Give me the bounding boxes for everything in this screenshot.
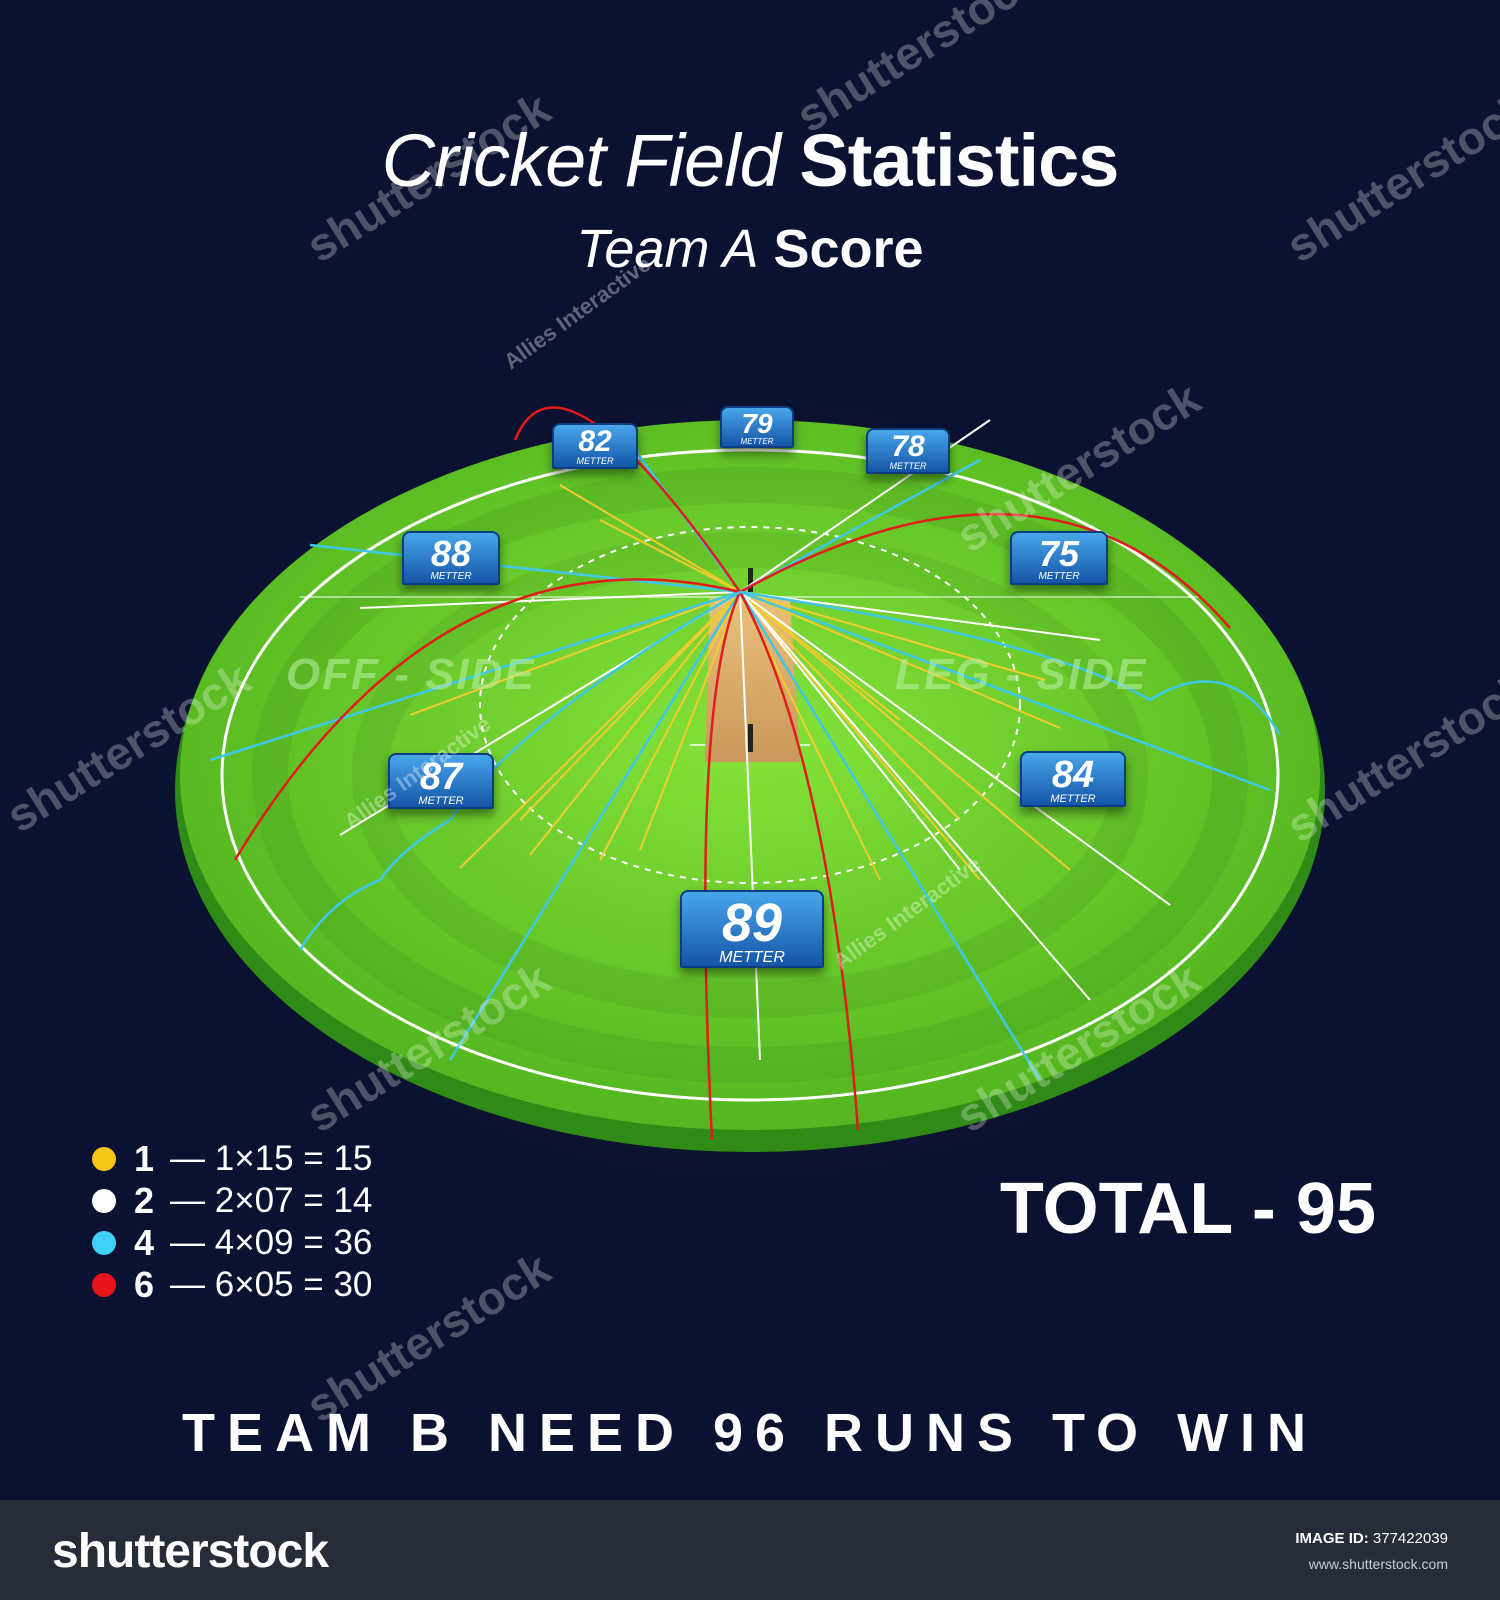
distance-badge-78: 78 METTER (866, 428, 950, 474)
distance-unit: METTER (576, 456, 614, 466)
legend-row-4: 4 — 4×09 = 36 (92, 1222, 372, 1264)
stumps-bottom (748, 724, 753, 752)
distance-badge-79: 79 METTER (720, 406, 794, 448)
legend-row-2: 2 — 2×07 = 14 (92, 1180, 372, 1222)
distance-badge-88: 88 METTER (402, 531, 500, 585)
legend-equation: — 2×07 = 14 (170, 1181, 373, 1220)
image-id-value: 377422039 (1372, 1530, 1448, 1547)
legend-equation: — 1×15 = 15 (170, 1139, 373, 1178)
distance-value: 75 (1038, 533, 1080, 574)
distance-value: 82 (578, 425, 612, 458)
legend-equation: — 6×05 = 30 (170, 1265, 373, 1304)
distance-unit: METTER (1050, 793, 1096, 805)
runs-legend: 1 — 1×15 = 15 2 — 2×07 = 14 4 — 4×09 = 3… (92, 1138, 372, 1306)
legend-runs: 2 (134, 1180, 155, 1221)
legend-equation: — 4×09 = 36 (170, 1223, 373, 1262)
distance-unit: METTER (418, 795, 464, 807)
legend-runs: 4 (134, 1222, 155, 1263)
distance-unit: METTER (430, 571, 472, 582)
legend-runs: 6 (134, 1264, 155, 1305)
cyan-dot-icon (92, 1231, 116, 1255)
distance-unit: METTER (719, 949, 785, 966)
red-dot-icon (92, 1273, 116, 1297)
distance-badge-84: 84 METTER (1020, 751, 1126, 807)
target-message: TEAM B NEED 96 RUNS TO WIN (181, 1403, 1319, 1463)
distance-value: 84 (1051, 754, 1095, 796)
image-id-label: IMAGE ID: (1295, 1530, 1369, 1547)
distance-badge-82: 82 METTER (552, 423, 638, 469)
distance-value: 87 (419, 756, 463, 798)
distance-badge-89: 89 METTER (680, 890, 824, 968)
legend-runs: 1 (134, 1138, 155, 1179)
distance-badge-75: 75 METTER (1010, 531, 1108, 585)
distance-unit: METTER (1038, 571, 1080, 582)
distance-value: 78 (891, 430, 925, 463)
site-url: www.shutterstock.com (1308, 1556, 1448, 1572)
footer-bar: shutterstock IMAGE ID: 377422039 www.shu… (0, 1500, 1500, 1600)
distance-badge-87: 87 METTER (388, 753, 494, 809)
distance-value: 88 (430, 533, 472, 574)
leg-side-label: LEG - SIDE (895, 650, 1148, 699)
legend-row-6: 6 — 6×05 = 30 (92, 1264, 372, 1306)
legend-row-1: 1 — 1×15 = 15 (92, 1138, 372, 1180)
off-side-label: OFF - SIDE (286, 650, 536, 699)
field-grass (180, 420, 1320, 1130)
distance-unit: METTER (740, 437, 774, 446)
white-dot-icon (92, 1189, 116, 1213)
image-id: IMAGE ID: 377422039 (1295, 1530, 1448, 1547)
shutterstock-logo: shutterstock (52, 1525, 329, 1578)
distance-value: 79 (741, 408, 773, 439)
distance-value: 89 (721, 893, 783, 953)
total-score: TOTAL - 95 (999, 1169, 1376, 1249)
distance-unit: METTER (889, 461, 927, 471)
yellow-dot-icon (92, 1147, 116, 1171)
